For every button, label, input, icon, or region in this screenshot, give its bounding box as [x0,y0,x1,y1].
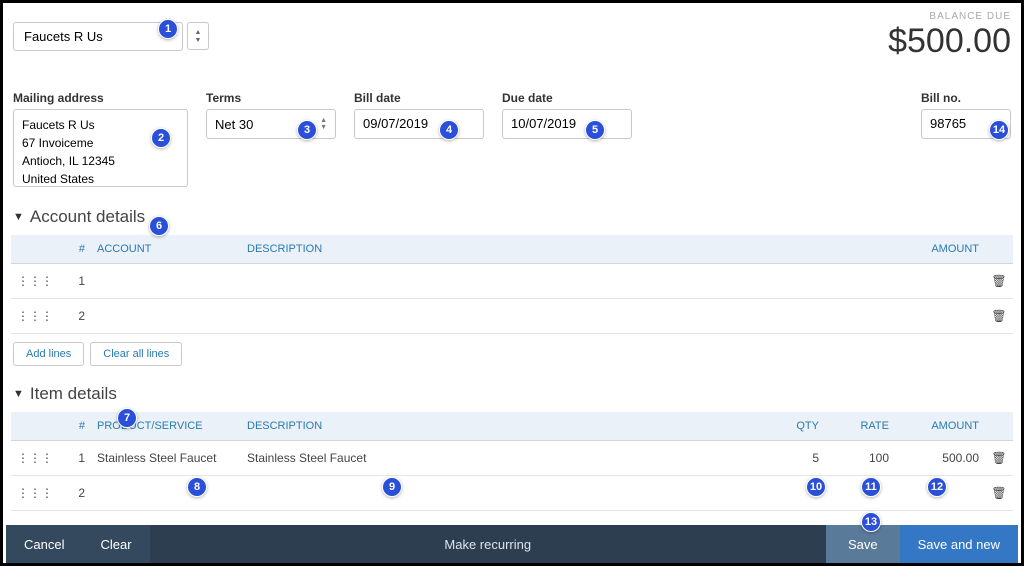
save-and-new-button[interactable]: Save and new [900,525,1018,563]
caret-down-icon: ▼ [13,388,24,400]
balance-due: BALANCE DUE $500.00 [888,11,1011,61]
billno-label: Bill no. [921,91,1011,105]
annotation-12: 12 [927,477,947,497]
row-num: 1 [59,441,91,476]
cell-description[interactable] [241,299,895,334]
cell-qty[interactable]: 5 [765,441,825,476]
terms-label: Terms [206,91,336,105]
drag-handle-icon[interactable]: ⋮⋮⋮ [11,476,59,511]
annotation-6: 6 [149,216,169,236]
col-num: # [59,412,91,441]
cell-account[interactable] [91,299,241,334]
table-row[interactable]: ⋮⋮⋮ 1 🗑 [11,264,1013,299]
cell-description[interactable] [241,264,895,299]
vendor-sort-button[interactable]: ▲▼ [187,22,209,50]
drag-handle-icon[interactable]: ⋮⋮⋮ [11,264,59,299]
item-details-title: Item details [30,384,117,404]
annotation-9: 9 [382,477,402,497]
col-num: # [59,235,91,264]
cell-amount[interactable]: 500.00 [895,441,985,476]
clear-button[interactable]: Clear [82,525,149,563]
col-account: ACCOUNT [91,235,241,264]
add-lines-button[interactable]: Add lines [13,342,84,366]
chevron-down-icon: ▲▼ [320,117,327,131]
mailing-label: Mailing address [13,91,188,105]
item-details-table: # PRODUCT/SERVICE DESCRIPTION QTY RATE A… [11,412,1013,511]
annotation-10: 10 [806,477,826,497]
bill-date-input[interactable]: 09/07/2019 [354,109,484,139]
annotation-13: 13 [861,512,881,532]
annotation-7: 7 [117,408,137,428]
clear-all-lines-button[interactable]: Clear all lines [90,342,182,366]
trash-icon[interactable]: 🗑 [985,441,1013,476]
col-product: PRODUCT/SERVICE [91,412,241,441]
save-button[interactable]: Save [826,525,900,563]
row-num: 2 [59,299,91,334]
duedate-label: Due date [502,91,632,105]
table-row[interactable]: ⋮⋮⋮ 2 🗑 [11,299,1013,334]
annotation-14: 14 [989,120,1009,140]
col-amount: AMOUNT [895,235,985,264]
cell-account[interactable] [91,264,241,299]
cancel-button[interactable]: Cancel [6,525,82,563]
trash-icon[interactable]: 🗑 [985,299,1013,334]
item-details-toggle[interactable]: ▼ Item details [3,374,1021,412]
table-row[interactable]: ⋮⋮⋮ 1 Stainless Steel Faucet Stainless S… [11,441,1013,476]
mailing-address-input[interactable]: Faucets R Us 67 Invoiceme Antioch, IL 12… [13,109,188,187]
cell-product[interactable]: Stainless Steel Faucet [91,441,241,476]
annotation-1: 1 [158,19,178,39]
terms-select[interactable]: Net 30 ▲▼ [206,109,336,139]
col-description: DESCRIPTION [241,235,895,264]
terms-value: Net 30 [215,117,253,132]
col-description: DESCRIPTION [241,412,765,441]
col-qty: QTY [765,412,825,441]
cell-amount[interactable] [895,299,985,334]
col-amount: AMOUNT [895,412,985,441]
cell-rate[interactable]: 100 [825,441,895,476]
annotation-5: 5 [585,120,605,140]
annotation-2: 2 [151,128,171,148]
trash-icon[interactable]: 🗑 [985,264,1013,299]
cell-amount[interactable] [895,264,985,299]
col-rate: RATE [825,412,895,441]
billdate-label: Bill date [354,91,484,105]
annotation-4: 4 [439,120,459,140]
row-num: 1 [59,264,91,299]
cell-rate[interactable] [825,476,895,511]
trash-icon[interactable]: 🗑 [985,476,1013,511]
cell-product[interactable] [91,476,241,511]
due-date-input[interactable]: 10/07/2019 [502,109,632,139]
annotation-3: 3 [297,120,317,140]
account-details-table: # ACCOUNT DESCRIPTION AMOUNT ⋮⋮⋮ 1 🗑 ⋮⋮⋮… [11,235,1013,334]
cell-description[interactable] [241,476,765,511]
balance-label: BALANCE DUE [888,11,1011,22]
cell-description[interactable]: Stainless Steel Faucet [241,441,765,476]
caret-down-icon: ▼ [13,211,24,223]
annotation-11: 11 [861,477,881,497]
account-details-title: Account details [30,207,145,227]
annotation-8: 8 [187,477,207,497]
make-recurring-button[interactable]: Make recurring [150,537,826,552]
row-num: 2 [59,476,91,511]
drag-handle-icon[interactable]: ⋮⋮⋮ [11,441,59,476]
drag-handle-icon[interactable]: ⋮⋮⋮ [11,299,59,334]
balance-amount: $500.00 [888,22,1011,61]
